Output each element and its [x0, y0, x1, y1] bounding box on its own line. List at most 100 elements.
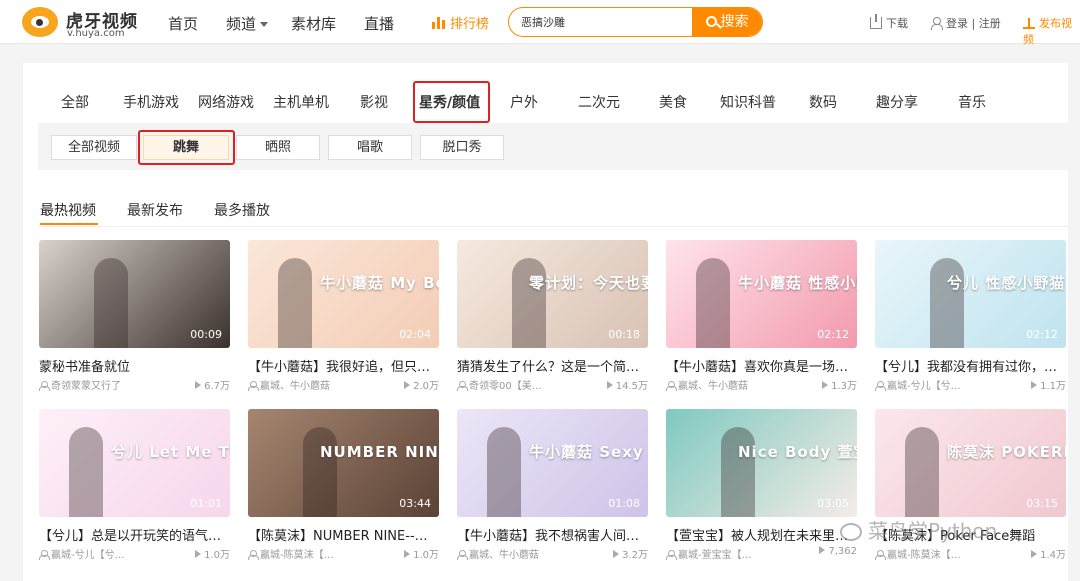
video-card[interactable]: 兮儿 Let Me Think About It 01:01 【兮儿】总是以开玩笑的… — [39, 409, 230, 579]
sort-hottest[interactable]: 最热视频 — [40, 200, 96, 220]
video-author[interactable]: 奇领零00【美… — [469, 377, 542, 392]
video-title[interactable]: 【陈莫沫】NUMBER NINE--舞蹈 — [248, 525, 439, 544]
video-duration: 00:09 — [190, 328, 222, 341]
tiger-logo-icon — [22, 7, 58, 37]
category-science[interactable]: 知识科普 — [720, 92, 776, 112]
video-duration: 00:18 — [608, 328, 640, 341]
video-author[interactable]: 赢城-兮儿【兮… — [51, 546, 125, 561]
video-author[interactable]: 赢城、牛小蘑菇 — [260, 377, 330, 392]
video-card[interactable]: Nice Body 萱宝宝 03:05 【萱宝宝】被人规划在未来里… 赢城-萱宝宝【…… — [666, 409, 857, 579]
video-thumbnail[interactable]: 兮儿 Let Me Think About It 01:01 — [39, 409, 230, 517]
user-icon — [666, 550, 677, 560]
video-thumbnail[interactable]: NUMBER NINE 陈莫沫 03:44 — [248, 409, 439, 517]
rank-link[interactable]: 排行榜 — [432, 13, 489, 32]
thumbnail-figure — [696, 258, 730, 348]
video-author[interactable]: 赢城-陈莫沫【… — [887, 546, 961, 561]
category-all[interactable]: 全部 — [61, 92, 89, 112]
video-meta: 赢城、牛小蘑菇 2.0万 — [248, 377, 439, 392]
video-views: 1.0万 — [195, 546, 230, 561]
user-icon — [39, 550, 50, 560]
login-link[interactable]: 登录 | 注册 — [930, 15, 1001, 31]
video-card[interactable]: 陈莫沫 POKERFACE03:15【陈莫沫】Poker Face舞蹈赢城-陈莫… — [875, 409, 1066, 579]
nav-home[interactable]: 首页 — [168, 13, 198, 34]
category-console-games[interactable]: 主机单机 — [273, 92, 329, 112]
search-button[interactable]: 搜索 — [692, 8, 762, 36]
nav-home-label: 首页 — [168, 15, 199, 33]
video-meta: 赢城-兮儿【兮… 1.1万 — [875, 377, 1066, 392]
thumbnail-figure — [69, 427, 103, 517]
subcategory-talk-show[interactable]: 脱口秀 — [420, 135, 504, 160]
nav-live[interactable]: 直播 — [364, 13, 394, 34]
wechat-icon — [840, 523, 862, 541]
subcategory-photos[interactable]: 晒照 — [236, 135, 320, 160]
video-card[interactable]: 00:09 蒙秘书准备就位奇领蒙蒙又行了 6.7万 — [39, 240, 230, 410]
download-link[interactable]: 下载 — [870, 14, 908, 31]
video-title[interactable]: 【牛小蘑菇】我很好追，但只限… — [248, 356, 439, 375]
nav-channel[interactable]: 频道 — [226, 13, 269, 34]
video-views-count: 1.0万 — [413, 550, 439, 561]
sort-most-played[interactable]: 最多播放 — [214, 200, 270, 220]
video-thumbnail[interactable]: 兮儿 性感小野猫 02:12 — [875, 240, 1066, 348]
category-food[interactable]: 美食 — [659, 92, 687, 112]
watermark: 菜鸟学Python — [840, 515, 997, 544]
video-card[interactable]: 牛小蘑菇 性感小野猫 02:12 【牛小蘑菇】喜欢你真是一场不… 赢城、牛小蘑菇 1.3… — [666, 240, 857, 410]
nav-material[interactable]: 素材库 — [291, 13, 336, 34]
thumbnail-caption: Nice Body 萱宝宝 — [738, 443, 857, 461]
video-title[interactable]: 【牛小蘑菇】喜欢你真是一场不… — [666, 356, 857, 375]
video-meta: 赢城-萱宝宝【… 7,362 — [666, 546, 857, 561]
video-author[interactable]: 赢城-萱宝宝【… — [678, 546, 752, 561]
video-thumbnail[interactable]: 00:09 — [39, 240, 230, 348]
video-duration: 03:44 — [399, 497, 431, 510]
video-title[interactable]: 猜猜发生了什么？这是一个简短… — [457, 356, 648, 375]
video-card[interactable]: 牛小蘑菇 My Boo 02:04 【牛小蘑菇】我很好追，但只限… 赢城、牛小蘑菇 2.… — [248, 240, 439, 410]
category-anime[interactable]: 二次元 — [578, 92, 620, 112]
user-icon — [666, 381, 677, 391]
video-card[interactable]: 零计划：今天也要甜甜的 00:18 猜猜发生了什么？这是一个简短… 奇领零00【美… 1… — [457, 240, 648, 410]
play-count-icon — [1031, 550, 1038, 558]
huya-logo[interactable]: 虎牙视频 v.huya.com — [22, 5, 142, 41]
video-thumbnail[interactable]: 零计划：今天也要甜甜的 00:18 — [457, 240, 648, 348]
video-author[interactable]: 赢城、牛小蘑菇 — [469, 546, 539, 561]
video-card[interactable]: NUMBER NINE 陈莫沫 03:44 【陈莫沫】NUMBER NINE--舞蹈… — [248, 409, 439, 579]
video-thumbnail[interactable]: 陈莫沫 POKERFACE 03:15 — [875, 409, 1066, 517]
category-digital[interactable]: 数码 — [809, 92, 837, 112]
category-music[interactable]: 音乐 — [958, 92, 986, 112]
video-views: 6.7万 — [195, 377, 230, 392]
video-thumbnail[interactable]: 牛小蘑菇 Sexy Papi 01:08 — [457, 409, 648, 517]
video-views-count: 1.4万 — [1040, 550, 1066, 561]
video-card[interactable]: 牛小蘑菇 Sexy Papi 01:08 【牛小蘑菇】我不想祸害人间，… 赢城、牛小蘑… — [457, 409, 648, 579]
chevron-down-icon — [260, 22, 269, 27]
play-count-icon — [613, 550, 620, 558]
user-icon — [930, 17, 943, 30]
search-icon — [705, 16, 717, 27]
video-author[interactable]: 赢城-兮儿【兮… — [887, 377, 961, 392]
video-duration: 01:08 — [608, 497, 640, 510]
video-thumbnail[interactable]: 牛小蘑菇 My Boo 02:04 — [248, 240, 439, 348]
user-icon — [875, 550, 886, 560]
category-fun-share[interactable]: 趣分享 — [876, 92, 918, 112]
subcategory-all-videos[interactable]: 全部视频 — [51, 135, 137, 160]
category-film[interactable]: 影视 — [360, 92, 388, 112]
video-card[interactable]: 兮儿 性感小野猫 02:12 【兮儿】我都没有拥有过你，又… 赢城-兮儿【兮… 1.1万 — [875, 240, 1066, 410]
upload-link[interactable]: 发布视频 — [1023, 15, 1080, 47]
video-title[interactable]: 【萱宝宝】被人规划在未来里… — [666, 525, 857, 544]
video-title[interactable]: 【兮儿】总是以开玩笑的语气和… — [39, 525, 230, 544]
video-thumbnail[interactable]: Nice Body 萱宝宝 03:05 — [666, 409, 857, 517]
search-input[interactable] — [521, 15, 691, 28]
video-title[interactable]: 【兮儿】我都没有拥有过你，又… — [875, 356, 1066, 375]
nav-material-label: 素材库 — [291, 15, 337, 33]
video-author[interactable]: 赢城、牛小蘑菇 — [678, 377, 748, 392]
video-author[interactable]: 奇领蒙蒙又行了 — [51, 377, 121, 392]
video-title[interactable]: 蒙秘书准备就位 — [39, 356, 230, 375]
video-views-count: 3.2万 — [622, 550, 648, 561]
category-mobile-games[interactable]: 手机游戏 — [123, 92, 179, 112]
video-thumbnail[interactable]: 牛小蘑菇 性感小野猫 02:12 — [666, 240, 857, 348]
category-online-games[interactable]: 网络游戏 — [198, 92, 254, 112]
video-author[interactable]: 赢城-陈莫沫【… — [260, 546, 334, 561]
download-label: 下载 — [886, 17, 908, 30]
subcategory-singing[interactable]: 唱歌 — [328, 135, 412, 160]
video-title[interactable]: 【牛小蘑菇】我不想祸害人间，… — [457, 525, 648, 544]
video-views-count: 2.0万 — [413, 381, 439, 392]
sort-newest[interactable]: 最新发布 — [127, 200, 183, 220]
category-outdoor[interactable]: 户外 — [510, 92, 538, 112]
